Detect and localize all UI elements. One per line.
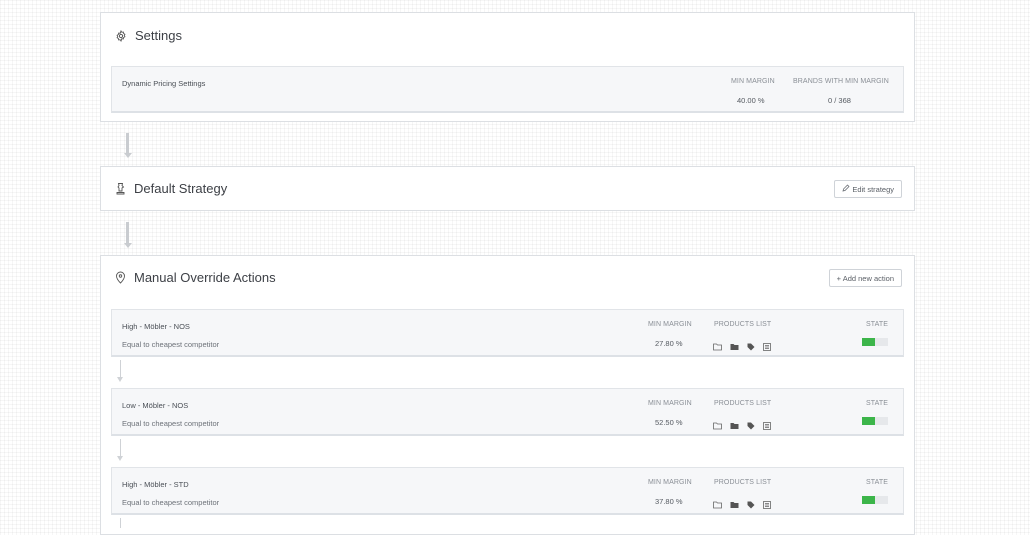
default-strategy-header: Default Strategy — [115, 181, 227, 196]
edit-strategy-label: Edit strategy — [852, 184, 894, 194]
override-action-row[interactable]: High - Möbler - STD Equal to cheapest co… — [111, 467, 904, 515]
min-margin-label: MIN MARGIN — [648, 479, 692, 486]
manual-override-header: Manual Override Actions — [115, 270, 276, 285]
state-toggle-on — [862, 417, 875, 425]
min-margin-value: 40.00 % — [737, 96, 765, 105]
products-list-icons — [713, 417, 771, 435]
manual-override-title: Manual Override Actions — [134, 270, 276, 285]
min-margin-value: 27.80 % — [655, 339, 683, 348]
chess-icon — [115, 182, 126, 195]
folder-tree-icon[interactable] — [713, 496, 722, 514]
flow-arrow-head — [123, 243, 132, 248]
state-label: STATE — [866, 479, 889, 486]
action-arrow-head — [117, 377, 123, 382]
tag-icon[interactable] — [747, 338, 755, 356]
default-strategy-title: Default Strategy — [134, 181, 228, 196]
action-description: Equal to cheapest competitor — [122, 419, 220, 428]
state-toggle-on — [862, 496, 875, 504]
min-margin-label: MIN MARGIN — [648, 321, 692, 328]
products-list-label: PRODUCTS LIST — [714, 479, 772, 486]
action-name: High - Möbler - STD — [122, 480, 189, 489]
min-margin-label: MIN MARGIN — [731, 78, 775, 85]
list-icon[interactable] — [763, 417, 771, 435]
pencil-icon — [842, 184, 850, 194]
add-new-action-button[interactable]: + Add new action — [828, 269, 902, 287]
min-margin-label: MIN MARGIN — [648, 400, 692, 407]
min-margin-value: 52.50 % — [655, 418, 683, 427]
folder-icon[interactable] — [730, 338, 739, 356]
brands-min-margin-label: BRANDS WITH MIN MARGIN — [793, 78, 889, 85]
products-list-icons — [713, 496, 771, 514]
state-toggle[interactable] — [862, 496, 888, 504]
dynamic-pricing-row[interactable]: Dynamic Pricing Settings MIN MARGIN 40.0… — [111, 66, 904, 113]
min-margin-value: 37.80 % — [655, 497, 683, 506]
folder-tree-icon[interactable] — [713, 338, 722, 356]
action-arrow-head — [117, 456, 123, 461]
list-icon[interactable] — [763, 496, 771, 514]
folder-tree-icon[interactable] — [713, 417, 722, 435]
action-description: Equal to cheapest competitor — [122, 340, 220, 349]
action-connector — [120, 360, 121, 377]
action-name: High - Möbler - NOS — [122, 322, 190, 331]
state-toggle-on — [862, 338, 875, 346]
settings-title: Settings — [135, 28, 182, 43]
override-action-row[interactable]: High - Möbler - NOS Equal to cheapest co… — [111, 309, 904, 357]
list-icon[interactable] — [763, 338, 771, 356]
state-label: STATE — [866, 321, 889, 328]
folder-icon[interactable] — [730, 417, 739, 435]
products-list-icons — [713, 338, 771, 356]
tag-icon[interactable] — [747, 496, 755, 514]
dynamic-pricing-name: Dynamic Pricing Settings — [122, 79, 206, 88]
brands-min-margin-value: 0 / 368 — [828, 96, 851, 105]
tag-icon[interactable] — [747, 417, 755, 435]
flow-connector — [126, 133, 129, 153]
products-list-label: PRODUCTS LIST — [714, 321, 772, 328]
state-toggle[interactable] — [862, 417, 888, 425]
action-name: Low - Möbler - NOS — [122, 401, 189, 410]
settings-panel: Settings Dynamic Pricing Settings MIN MA… — [100, 12, 915, 122]
folder-icon[interactable] — [730, 496, 739, 514]
products-list-label: PRODUCTS LIST — [714, 400, 772, 407]
flow-arrow-head — [123, 153, 132, 158]
state-toggle[interactable] — [862, 338, 888, 346]
action-connector — [120, 518, 121, 528]
settings-header: Settings — [115, 28, 182, 43]
default-strategy-panel: Default Strategy Edit strategy — [100, 166, 915, 211]
gear-icon — [115, 29, 127, 42]
flow-connector — [126, 222, 129, 243]
map-pin-icon — [115, 271, 126, 284]
action-connector — [120, 439, 121, 456]
manual-override-panel: Manual Override Actions + Add new action… — [100, 255, 915, 535]
action-description: Equal to cheapest competitor — [122, 498, 220, 507]
edit-strategy-button[interactable]: Edit strategy — [834, 180, 902, 198]
override-action-row[interactable]: Low - Möbler - NOS Equal to cheapest com… — [111, 388, 904, 436]
add-new-action-label: + Add new action — [836, 273, 894, 283]
state-label: STATE — [866, 400, 889, 407]
